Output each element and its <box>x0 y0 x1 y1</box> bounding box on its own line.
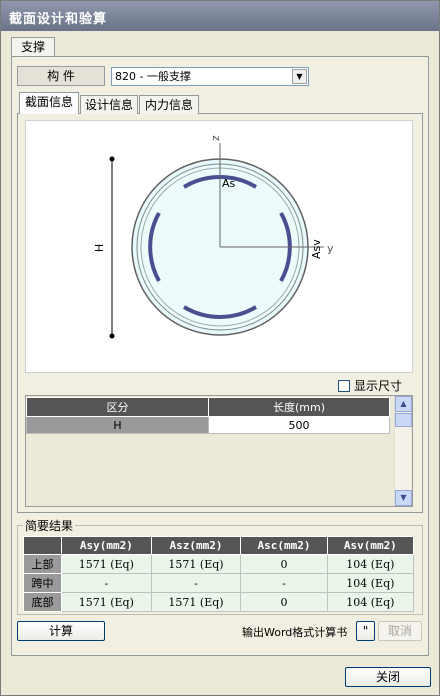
dimension-endpoint-top <box>109 156 115 162</box>
show-dims-label: 显示尺寸 <box>354 379 403 393</box>
chevron-up-icon[interactable]: ▲ <box>395 396 412 412</box>
section-diagram: H z y As Asv <box>25 120 413 373</box>
scroll-thumb[interactable] <box>395 413 412 427</box>
cancel-button[interactable]: 取消 <box>378 621 422 641</box>
export-word-button[interactable]: " <box>356 621 375 641</box>
height-label: H <box>93 244 106 252</box>
dims-col-header: 区分 <box>26 397 209 417</box>
asv-label: Asv <box>310 239 323 259</box>
results-cell: 104 (Eq) <box>326 592 415 612</box>
dims-scrollbar[interactable]: ▲ ▼ <box>394 396 412 506</box>
window-title: 截面设计和验算 <box>9 12 108 27</box>
results-row-header: 上部 <box>23 554 62 574</box>
tab-design-info[interactable]: 设计信息 <box>80 95 138 114</box>
results-cell: 104 (Eq) <box>326 554 415 574</box>
show-dims-checkbox[interactable]: 显示尺寸 <box>338 377 402 393</box>
table-row: H 500 <box>26 416 390 434</box>
results-cell: - <box>240 573 328 593</box>
dims-table: 区分 长度(mm) H 500 <box>26 397 390 434</box>
component-label: 构 件 <box>17 66 105 86</box>
results-cell: 1571 (Eq) <box>150 592 242 612</box>
dialog-window: 截面设计和验算 支撑 构 件 820 - 一般支撑 ▼ 截面信息 设计信息 内力… <box>0 0 440 696</box>
results-cell: 1571 (Eq) <box>61 592 152 612</box>
results-col-header: Asv(mm2) <box>326 536 415 555</box>
table-row: 上部 1571 (Eq) 1571 (Eq) 0 104 (Eq) <box>23 554 415 574</box>
results-col-header: Asy(mm2) <box>61 536 152 555</box>
table-row: 底部 1571 (Eq) 1571 (Eq) 0 104 (Eq) <box>23 592 415 612</box>
results-cell: 104 (Eq) <box>326 573 415 593</box>
tab-brace[interactable]: 支撑 <box>11 37 55 57</box>
results-cell: - <box>150 573 242 593</box>
close-button[interactable]: 关闭 <box>345 667 431 687</box>
dimension-endpoint-bottom <box>109 333 115 339</box>
y-axis-label: y <box>327 242 334 255</box>
results-col-header: Asz(mm2) <box>150 536 242 555</box>
checkbox-box[interactable] <box>338 380 350 392</box>
tab-design-info-label: 设计信息 <box>84 98 133 112</box>
results-title: 简要结果 <box>23 517 76 534</box>
table-row: 跨中 - - - 104 (Eq) <box>23 573 415 593</box>
results-cell: 1571 (Eq) <box>150 554 242 574</box>
title-bar: 截面设计和验算 <box>1 1 439 31</box>
tab-force-info-label: 内力信息 <box>144 98 193 112</box>
results-row-header: 底部 <box>23 592 62 612</box>
dims-col-header: 长度(mm) <box>208 397 390 417</box>
section-drawing: H z y As Asv <box>93 135 334 339</box>
results-table: Asy(mm2) Asz(mm2) Asc(mm2) Asv(mm2) 上部 1… <box>23 536 415 612</box>
calculate-button[interactable]: 计算 <box>17 621 105 641</box>
component-select-value: 820 - 一般支撑 <box>115 70 191 83</box>
results-row-header: 跨中 <box>23 573 62 593</box>
results-col-header <box>23 536 62 555</box>
chevron-down-icon[interactable]: ▼ <box>292 69 307 84</box>
results-cell: 0 <box>240 592 328 612</box>
results-col-header: Asc(mm2) <box>240 536 328 555</box>
results-cell: - <box>61 573 152 593</box>
component-select[interactable]: 820 - 一般支撑 ▼ <box>111 67 309 86</box>
results-cell: 0 <box>240 554 328 574</box>
tab-force-info[interactable]: 内力信息 <box>139 95 199 114</box>
tab-brace-label: 支撑 <box>20 40 45 54</box>
dims-cell-name: H <box>26 416 209 434</box>
results-cell: 1571 (Eq) <box>61 554 152 574</box>
chevron-down-icon[interactable]: ▼ <box>395 490 412 506</box>
export-word-label: 输出Word格式计算书 <box>242 626 348 639</box>
z-axis-label: z <box>209 135 222 141</box>
as-label: As <box>222 177 236 190</box>
dims-cell-value[interactable]: 500 <box>208 416 390 434</box>
tab-section-info-label: 截面信息 <box>24 95 73 109</box>
tab-section-info[interactable]: 截面信息 <box>19 92 79 114</box>
